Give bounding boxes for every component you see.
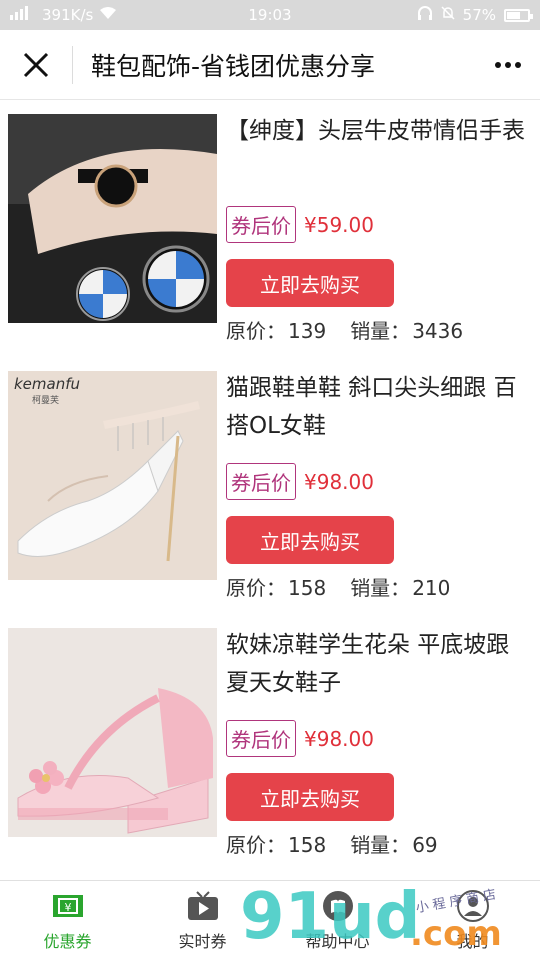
product-image-heels[interactable]: kemanfu 柯曼芙: [8, 371, 217, 580]
close-icon: [23, 52, 49, 77]
coupon-price-badge: 券后价: [226, 720, 296, 757]
coupon-price: ¥98.00: [304, 469, 374, 494]
product-item[interactable]: kemanfu 柯曼芙 猫跟鞋单鞋 斜口尖头细跟 百搭OL女鞋 券后价 ¥98.…: [0, 357, 540, 614]
battery-fill: [507, 11, 520, 19]
help-book-icon: [320, 888, 356, 924]
buy-now-button[interactable]: 立即去购买: [226, 259, 394, 307]
product-item[interactable]: 【绅度】头层牛皮带情侣手表 券后价 ¥59.00 立即去购买 原价： 139 销量…: [0, 100, 540, 357]
more-icon: [495, 61, 521, 68]
tab-label: 我的: [456, 932, 489, 951]
sales-group: 销量： 210: [350, 572, 450, 601]
tab-realtime[interactable]: 实时券: [135, 881, 270, 960]
network-speed: 391K/s: [42, 6, 94, 24]
tab-label: 实时券: [178, 932, 227, 951]
sales-label: 销量：: [350, 319, 411, 343]
mute-bell-icon: [441, 6, 455, 24]
status-time: 19:03: [248, 6, 292, 24]
original-price: 158: [288, 833, 327, 857]
headset-icon: [417, 6, 433, 24]
original-price-group: 原价： 158: [226, 572, 326, 601]
product-image-sandals[interactable]: [8, 628, 217, 837]
svg-text:¥: ¥: [64, 901, 71, 914]
original-price-label: 原价：: [226, 576, 286, 600]
product-image-watch[interactable]: [8, 114, 217, 323]
coupon-price: ¥98.00: [304, 726, 374, 751]
status-bar: 391K/s 19:03 57%: [0, 0, 540, 30]
signal-icon: [10, 6, 36, 24]
sales-label: 销量：: [350, 576, 411, 600]
original-price: 158: [288, 576, 327, 600]
wifi-icon: [99, 6, 117, 24]
title-divider: [72, 45, 73, 84]
more-button[interactable]: [476, 30, 540, 100]
original-price-group: 原价： 139: [226, 315, 326, 344]
buy-now-button[interactable]: 立即去购买: [226, 773, 394, 821]
coupon-ticket-icon: ¥: [50, 888, 86, 924]
sales-group: 销量： 69: [350, 829, 437, 858]
user-icon: [455, 888, 491, 924]
tv-play-icon: [185, 888, 221, 924]
original-price-label: 原价：: [226, 833, 286, 857]
original-price-label: 原价：: [226, 319, 286, 343]
battery-percent: 57%: [462, 6, 496, 24]
sales-label: 销量：: [350, 833, 411, 857]
product-item[interactable]: 软妹凉鞋学生花朵 平底坡跟 夏天女鞋子 券后价 ¥98.00 立即去购买 原价：…: [0, 614, 540, 871]
page-title: 鞋包配饰-省钱团优惠分享: [91, 51, 376, 81]
original-price: 139: [288, 319, 327, 343]
tab-mine[interactable]: 我的: [405, 881, 540, 960]
coupon-price-badge: 券后价: [226, 463, 296, 500]
tab-help-center[interactable]: 帮助中心: [270, 881, 405, 960]
sales-count: 3436: [412, 319, 464, 343]
product-title[interactable]: 猫跟鞋单鞋 斜口尖头细跟 百搭OL女鞋: [226, 369, 526, 445]
close-button[interactable]: [0, 30, 72, 100]
tab-label: 优惠券: [43, 932, 92, 951]
image-brand: kemanfu: [14, 375, 80, 393]
coupon-price-badge: 券后价: [226, 206, 296, 243]
battery-icon: [504, 8, 533, 22]
tab-label: 帮助中心: [305, 932, 370, 951]
sales-count: 210: [412, 576, 451, 600]
product-list[interactable]: 【绅度】头层牛皮带情侣手表 券后价 ¥59.00 立即去购买 原价： 139 销量…: [0, 100, 540, 880]
original-price-group: 原价： 158: [226, 829, 326, 858]
sales-count: 69: [412, 833, 438, 857]
bottom-tab-bar: ¥ 优惠券 实时券 帮助中心 我的: [0, 880, 540, 960]
image-brand-cn: 柯曼芙: [32, 394, 59, 406]
product-title[interactable]: 软妹凉鞋学生花朵 平底坡跟 夏天女鞋子: [226, 626, 526, 702]
sales-group: 销量： 3436: [350, 315, 463, 344]
title-bar: 鞋包配饰-省钱团优惠分享: [0, 30, 540, 100]
tab-coupons[interactable]: ¥ 优惠券: [0, 881, 135, 960]
buy-now-button[interactable]: 立即去购买: [226, 516, 394, 564]
coupon-price: ¥59.00: [304, 212, 374, 237]
product-title[interactable]: 【绅度】头层牛皮带情侣手表: [226, 112, 526, 188]
